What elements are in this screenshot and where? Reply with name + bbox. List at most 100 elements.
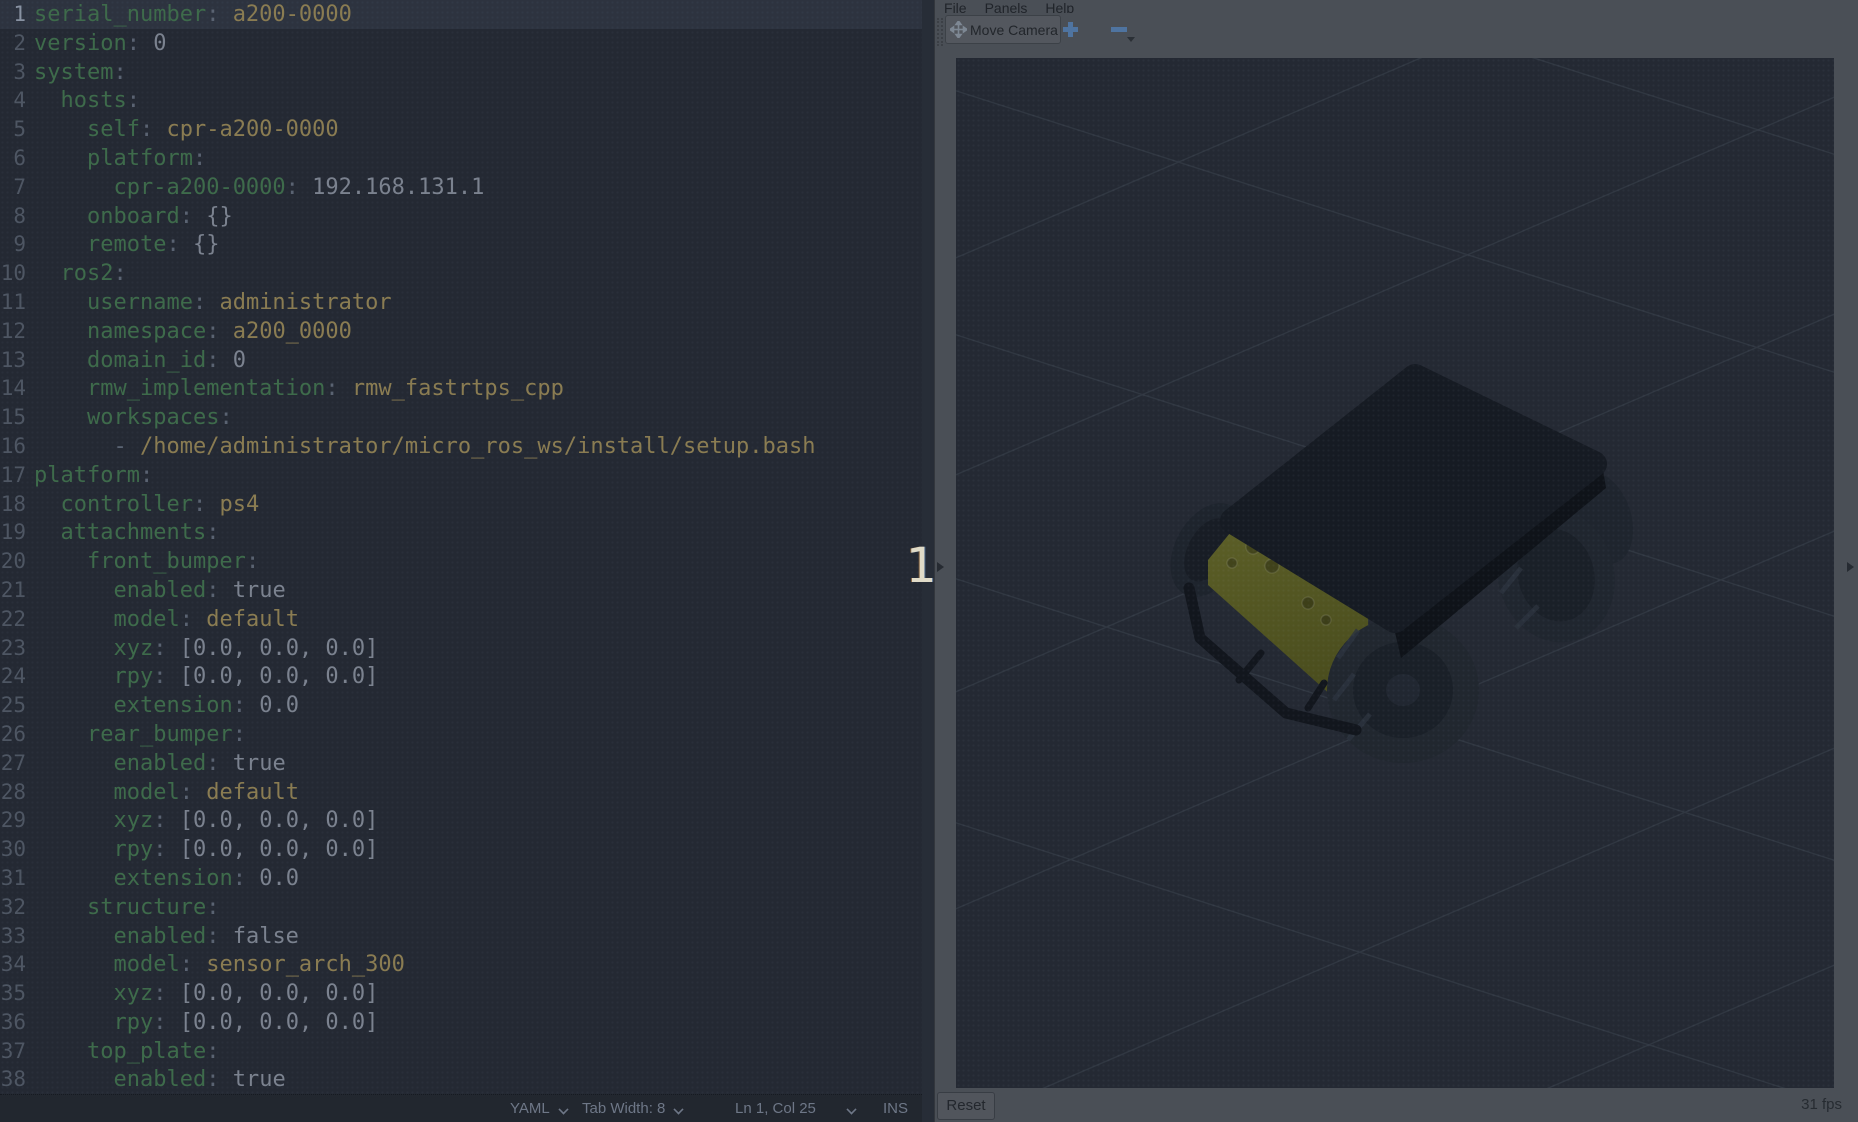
code-line: 27 enabled: true bbox=[0, 749, 922, 778]
code-text: xyz: [0.0, 0.0, 0.0] bbox=[34, 808, 378, 833]
code-text: platform: bbox=[34, 463, 153, 488]
fps-counter: 31 fps bbox=[1801, 1096, 1842, 1113]
line-number: 28 bbox=[0, 778, 28, 807]
code-text: platform: bbox=[34, 146, 206, 171]
rviz-menubar: File Panels Help bbox=[935, 0, 1858, 13]
menu-panels[interactable]: Panels bbox=[980, 0, 1033, 13]
code-text: rpy: [0.0, 0.0, 0.0] bbox=[34, 664, 378, 689]
menu-help[interactable]: Help bbox=[1040, 0, 1079, 13]
line-number: 23 bbox=[0, 634, 28, 663]
insert-mode-indicator[interactable]: INS bbox=[883, 1100, 908, 1117]
line-number: 22 bbox=[0, 605, 28, 634]
tab-width-selector[interactable]: Tab Width: 8 bbox=[582, 1100, 683, 1117]
line-number: 32 bbox=[0, 893, 28, 922]
line-number: 5 bbox=[0, 115, 28, 144]
expand-views-panel-arrow[interactable] bbox=[1847, 562, 1854, 572]
line-number: 38 bbox=[0, 1065, 28, 1094]
expand-displays-panel-arrow[interactable] bbox=[937, 562, 944, 572]
text-editor-pane[interactable]: 1serial_number: a200-00002version: 03sys… bbox=[0, 0, 922, 1122]
toolbar-drag-handle[interactable] bbox=[937, 18, 943, 46]
rviz-3d-viewport[interactable] bbox=[956, 58, 1834, 1088]
code-line: 28 model: default bbox=[0, 778, 922, 807]
tab-width-label: Tab Width: 8 bbox=[582, 1100, 665, 1117]
language-label: YAML bbox=[510, 1100, 550, 1117]
chevron-down-icon bbox=[847, 1103, 856, 1112]
code-text: enabled: true bbox=[34, 578, 286, 603]
line-number: 3 bbox=[0, 58, 28, 87]
reset-button[interactable]: Reset bbox=[937, 1092, 995, 1120]
line-number: 18 bbox=[0, 490, 28, 519]
code-line: 3system: bbox=[0, 58, 922, 87]
menu-file[interactable]: File bbox=[939, 0, 972, 13]
code-text: enabled: true bbox=[34, 1067, 286, 1092]
code-text: xyz: [0.0, 0.0, 0.0] bbox=[34, 636, 378, 661]
line-number: 30 bbox=[0, 835, 28, 864]
code-text: rpy: [0.0, 0.0, 0.0] bbox=[34, 1010, 378, 1035]
rviz-bottombar: Reset 31 fps bbox=[935, 1088, 1858, 1122]
code-text: system: bbox=[34, 60, 127, 85]
line-number: 37 bbox=[0, 1037, 28, 1066]
code-line: 24 rpy: [0.0, 0.0, 0.0] bbox=[0, 662, 922, 691]
cursor-position[interactable]: Ln 1, Col 25 bbox=[735, 1100, 816, 1117]
code-text: attachments: bbox=[34, 520, 219, 545]
overlay-digit: 1 bbox=[906, 540, 934, 592]
line-number: 31 bbox=[0, 864, 28, 893]
code-line: 33 enabled: false bbox=[0, 922, 922, 951]
move-camera-tool-button[interactable]: Move Camera bbox=[945, 15, 1061, 44]
code-text: xyz: [0.0, 0.0, 0.0] bbox=[34, 981, 378, 1006]
code-text: rpy: [0.0, 0.0, 0.0] bbox=[34, 837, 378, 862]
code-line: 32 structure: bbox=[0, 893, 922, 922]
code-line: 14 rmw_implementation: rmw_fastrtps_cpp bbox=[0, 374, 922, 403]
language-selector[interactable]: YAML bbox=[510, 1100, 568, 1117]
move-camera-icon bbox=[950, 21, 967, 38]
code-text: self: cpr-a200-0000 bbox=[34, 117, 339, 142]
code-line: 25 extension: 0.0 bbox=[0, 691, 922, 720]
code-line: 17platform: bbox=[0, 461, 922, 490]
line-number: 6 bbox=[0, 144, 28, 173]
code-line: 22 model: default bbox=[0, 605, 922, 634]
code-area[interactable]: 1serial_number: a200-00002version: 03sys… bbox=[0, 0, 922, 1094]
code-text: extension: 0.0 bbox=[34, 866, 299, 891]
line-number: 15 bbox=[0, 403, 28, 432]
line-number: 36 bbox=[0, 1008, 28, 1037]
code-text: cpr-a200-0000: 192.168.131.1 bbox=[34, 175, 484, 200]
code-line: 6 platform: bbox=[0, 144, 922, 173]
code-text: hosts: bbox=[34, 88, 140, 113]
code-line: 1serial_number: a200-0000 bbox=[0, 0, 922, 29]
code-text: serial_number: a200-0000 bbox=[34, 2, 352, 27]
line-number: 9 bbox=[0, 230, 28, 259]
code-line: 31 extension: 0.0 bbox=[0, 864, 922, 893]
code-text: enabled: false bbox=[34, 924, 299, 949]
rviz-toolbar: Move Camera bbox=[935, 13, 1858, 53]
move-camera-label: Move Camera bbox=[970, 22, 1058, 38]
remove-tool-button[interactable] bbox=[1111, 27, 1127, 32]
line-number: 34 bbox=[0, 950, 28, 979]
code-line: 8 onboard: {} bbox=[0, 202, 922, 231]
goto-line-dropdown[interactable] bbox=[838, 1100, 856, 1117]
line-number: 25 bbox=[0, 691, 28, 720]
code-line: 18 controller: ps4 bbox=[0, 490, 922, 519]
line-number: 7 bbox=[0, 173, 28, 202]
code-text: top_plate: bbox=[34, 1039, 219, 1064]
code-line: 2version: 0 bbox=[0, 29, 922, 58]
code-text: model: default bbox=[34, 780, 299, 805]
line-number: 35 bbox=[0, 979, 28, 1008]
line-number: 27 bbox=[0, 749, 28, 778]
add-tool-button[interactable] bbox=[1063, 22, 1078, 37]
code-text: version: 0 bbox=[34, 31, 166, 56]
code-line: 30 rpy: [0.0, 0.0, 0.0] bbox=[0, 835, 922, 864]
code-text: remote: {} bbox=[34, 232, 219, 257]
line-number: 24 bbox=[0, 662, 28, 691]
line-number: 13 bbox=[0, 346, 28, 375]
code-line: 12 namespace: a200_0000 bbox=[0, 317, 922, 346]
line-number: 33 bbox=[0, 922, 28, 951]
line-number: 10 bbox=[0, 259, 28, 288]
code-text: namespace: a200_0000 bbox=[34, 319, 352, 344]
rviz-window: File Panels Help Move Camera bbox=[934, 0, 1858, 1122]
line-number: 21 bbox=[0, 576, 28, 605]
chevron-down-icon bbox=[559, 1103, 568, 1112]
code-line: 37 top_plate: bbox=[0, 1037, 922, 1066]
remove-tool-dropdown-arrow[interactable] bbox=[1127, 37, 1135, 42]
code-line: 35 xyz: [0.0, 0.0, 0.0] bbox=[0, 979, 922, 1008]
code-text: domain_id: 0 bbox=[34, 348, 246, 373]
